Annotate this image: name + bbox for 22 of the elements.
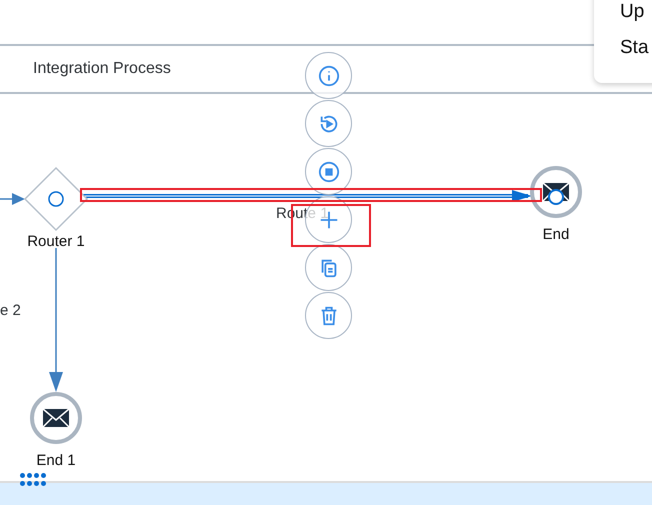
router-gateway[interactable] — [24, 166, 88, 232]
port-handle[interactable] — [48, 191, 64, 207]
replay-button[interactable] — [305, 100, 352, 147]
node-label: End 1 — [36, 452, 76, 469]
route-connector[interactable] — [49, 248, 63, 392]
delete-button[interactable] — [305, 292, 352, 339]
envelope-icon — [42, 408, 70, 428]
info-icon — [318, 64, 340, 86]
incoming-arrow[interactable] — [0, 193, 25, 205]
node-label: Router 1 — [27, 233, 85, 250]
route-connector[interactable] — [82, 190, 532, 202]
menu-item[interactable]: Up — [620, 1, 652, 23]
resize-handle[interactable] — [20, 473, 45, 486]
menu-item[interactable]: Sta — [620, 37, 652, 59]
copy-button[interactable] — [305, 244, 352, 291]
stop-button[interactable] — [305, 148, 352, 195]
port-handle[interactable] — [548, 189, 564, 205]
lane-title: Integration Process — [33, 60, 171, 78]
stop-icon — [318, 160, 340, 182]
info-button[interactable] — [305, 52, 352, 99]
route-label: e 2 — [0, 302, 21, 319]
node-label: End — [542, 226, 570, 243]
